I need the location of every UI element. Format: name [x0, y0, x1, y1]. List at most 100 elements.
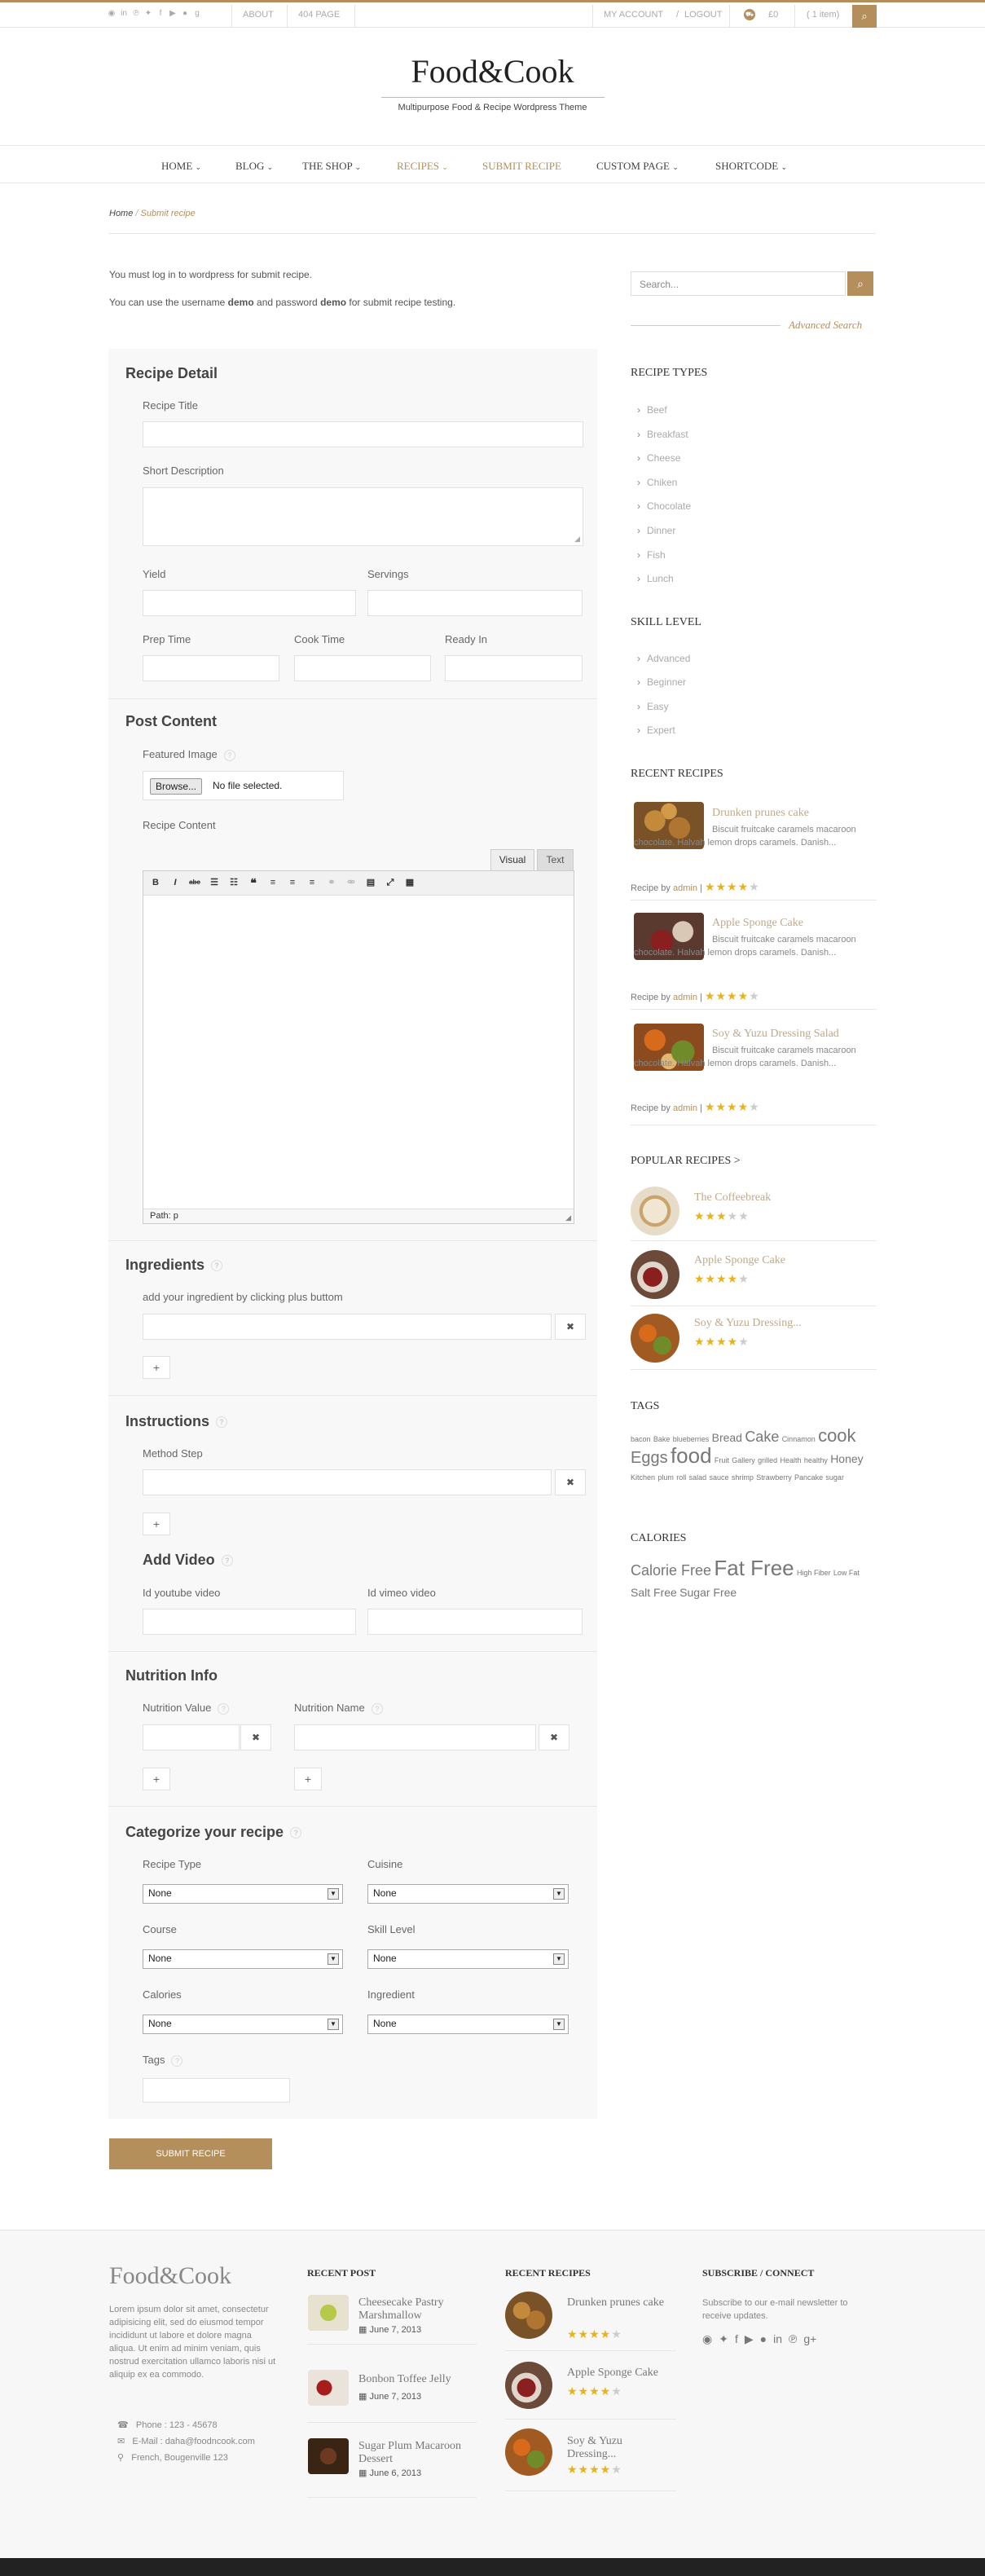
widget-title[interactable]: POPULAR RECIPES >	[631, 1155, 741, 1168]
recipe-type-link[interactable]: Lunch	[637, 573, 674, 584]
tag-link[interactable]: Pancake	[794, 1473, 823, 1482]
tag-link[interactable]: salad	[689, 1473, 707, 1482]
tag-link[interactable]: grilled	[758, 1456, 777, 1464]
post-thumbnail[interactable]	[308, 2295, 349, 2331]
flickr-icon[interactable]: ●	[181, 10, 189, 18]
search-toggle-button[interactable]: ⌕	[852, 5, 877, 28]
google-plus-icon[interactable]: g	[193, 10, 201, 18]
remove-nutrition-name-button[interactable]: ✖	[539, 1724, 569, 1750]
calories-select[interactable]: None ▼	[143, 2015, 343, 2034]
kitchen-sink-icon[interactable]: ▦	[404, 877, 416, 888]
recipe-title-link[interactable]: Drunken prunes cake	[712, 807, 809, 820]
recipe-thumbnail[interactable]	[631, 1314, 679, 1363]
more-tag-icon[interactable]: ▤	[365, 877, 376, 888]
nav-submit-recipe[interactable]: SUBMIT RECIPE	[482, 160, 561, 173]
cuisine-select[interactable]: None ▼	[367, 1884, 569, 1904]
tag-link[interactable]: sugar	[825, 1473, 844, 1482]
add-nutrition-name-button[interactable]: +	[294, 1768, 322, 1790]
tag-link[interactable]: Fruit	[715, 1456, 729, 1464]
nav-blog[interactable]: BLOG ⌄	[235, 160, 273, 173]
add-step-button[interactable]: +	[143, 1513, 170, 1535]
italic-icon[interactable]: I	[169, 877, 181, 888]
method-step-input[interactable]	[143, 1469, 552, 1495]
resize-handle-icon[interactable]: ◢	[574, 535, 580, 544]
breadcrumb-home[interactable]: Home	[109, 209, 133, 218]
link-icon[interactable]: ⚭	[326, 877, 337, 888]
numbered-list-icon[interactable]: ☷	[228, 877, 240, 888]
help-icon[interactable]: ?	[371, 1702, 383, 1715]
pinterest-icon[interactable]: ℗	[789, 2332, 797, 2346]
tag-link[interactable]: bacon	[631, 1435, 651, 1443]
help-icon[interactable]: ?	[216, 1416, 228, 1429]
skill-level-link[interactable]: Beginner	[637, 676, 686, 688]
tags-input[interactable]	[143, 2078, 290, 2103]
remove-ingredient-button[interactable]: ✖	[555, 1314, 586, 1340]
fullscreen-icon[interactable]: ⤢	[385, 877, 396, 888]
blockquote-icon[interactable]: ❝	[248, 877, 259, 888]
recipe-thumbnail[interactable]	[631, 1187, 679, 1235]
email-text[interactable]: E-Mail : daha@foodncook.com	[132, 2437, 255, 2446]
recipe-type-link[interactable]: Beef	[637, 404, 667, 416]
featured-image-file-input[interactable]: Browse... No file selected.	[143, 771, 344, 800]
recipe-title-link[interactable]: Apple Sponge Cake	[567, 2367, 673, 2380]
calorie-link[interactable]: Sugar Free	[679, 1586, 737, 1599]
recipe-title-link[interactable]: Soy & Yuzu Dressing...	[694, 1317, 802, 1330]
course-select[interactable]: None ▼	[143, 1949, 343, 1969]
help-icon[interactable]: ?	[171, 2054, 183, 2067]
help-icon[interactable]: ?	[221, 1555, 233, 1567]
vimeo-id-input[interactable]	[367, 1609, 583, 1635]
nav-recipes[interactable]: RECIPES ⌄	[397, 160, 448, 173]
nutrition-name-input[interactable]	[294, 1724, 536, 1750]
author-link[interactable]: admin	[673, 1103, 697, 1113]
calorie-link[interactable]: Fat Free	[714, 1556, 794, 1580]
tag-link[interactable]: plum	[657, 1473, 674, 1482]
site-logo[interactable]: Food&Cook	[0, 52, 985, 90]
strikethrough-icon[interactable]: abc	[189, 877, 200, 888]
nav-shortcode[interactable]: SHORTCODE ⌄	[715, 160, 787, 173]
remove-nutrition-value-button[interactable]: ✖	[240, 1724, 271, 1750]
tab-visual[interactable]: Visual	[490, 849, 534, 870]
recipe-thumbnail[interactable]	[631, 1250, 679, 1299]
facebook-icon[interactable]: f	[735, 2332, 738, 2346]
submit-recipe-button[interactable]: SUBMIT RECIPE	[109, 2138, 272, 2169]
calorie-link[interactable]: Salt Free	[631, 1586, 677, 1599]
my-account-link[interactable]: MY ACCOUNT	[604, 10, 663, 20]
tag-link[interactable]: cook	[818, 1425, 855, 1446]
tag-link[interactable]: Bread	[712, 1431, 742, 1444]
flickr-icon[interactable]: ●	[760, 2332, 767, 2346]
recipe-type-link[interactable]: Chiken	[637, 477, 677, 488]
recipe-thumbnail[interactable]	[505, 2428, 552, 2476]
search-input[interactable]: Search...	[640, 279, 679, 290]
cook-time-input[interactable]	[294, 655, 431, 681]
rss-icon[interactable]: ◉	[702, 2332, 712, 2346]
help-icon[interactable]: ?	[290, 1827, 302, 1839]
ingredient-select[interactable]: None ▼	[367, 2015, 569, 2034]
add-ingredient-button[interactable]: +	[143, 1356, 170, 1379]
align-left-icon[interactable]: ≡	[267, 877, 279, 888]
tag-link[interactable]: food	[671, 1443, 712, 1468]
help-icon[interactable]: ?	[211, 1260, 223, 1272]
tag-link[interactable]: Cinnamon	[782, 1435, 816, 1443]
recipe-title-input[interactable]	[143, 421, 583, 447]
prep-time-input[interactable]	[143, 655, 279, 681]
about-link[interactable]: ABOUT	[243, 10, 274, 20]
nutrition-value-input[interactable]	[143, 1724, 240, 1750]
recipe-type-link[interactable]: Cheese	[637, 452, 680, 464]
skill-level-link[interactable]: Advanced	[637, 653, 690, 664]
tag-link[interactable]: Strawberry	[756, 1473, 792, 1482]
post-title-link[interactable]: Sugar Plum Macaroon Dessert	[358, 2440, 473, 2466]
linkedin-icon[interactable]: in	[120, 10, 128, 18]
recipe-title-link[interactable]: Apple Sponge Cake	[694, 1254, 785, 1267]
help-icon[interactable]: ?	[218, 1702, 230, 1715]
post-thumbnail[interactable]	[308, 2370, 349, 2406]
footer-logo[interactable]: Food&Cook	[109, 2262, 231, 2290]
ingredient-input[interactable]	[143, 1314, 552, 1340]
tag-link[interactable]: Cake	[745, 1429, 779, 1445]
youtube-id-input[interactable]	[143, 1609, 356, 1635]
recipe-type-link[interactable]: Dinner	[637, 525, 675, 536]
post-title-link[interactable]: Bonbon Toffee Jelly	[358, 2373, 473, 2386]
tag-link[interactable]: Kitchen	[631, 1473, 655, 1482]
nav-custom-page[interactable]: CUSTOM PAGE ⌄	[596, 160, 679, 173]
add-nutrition-value-button[interactable]: +	[143, 1768, 170, 1790]
recipe-title-link[interactable]: Apple Sponge Cake	[712, 917, 803, 930]
